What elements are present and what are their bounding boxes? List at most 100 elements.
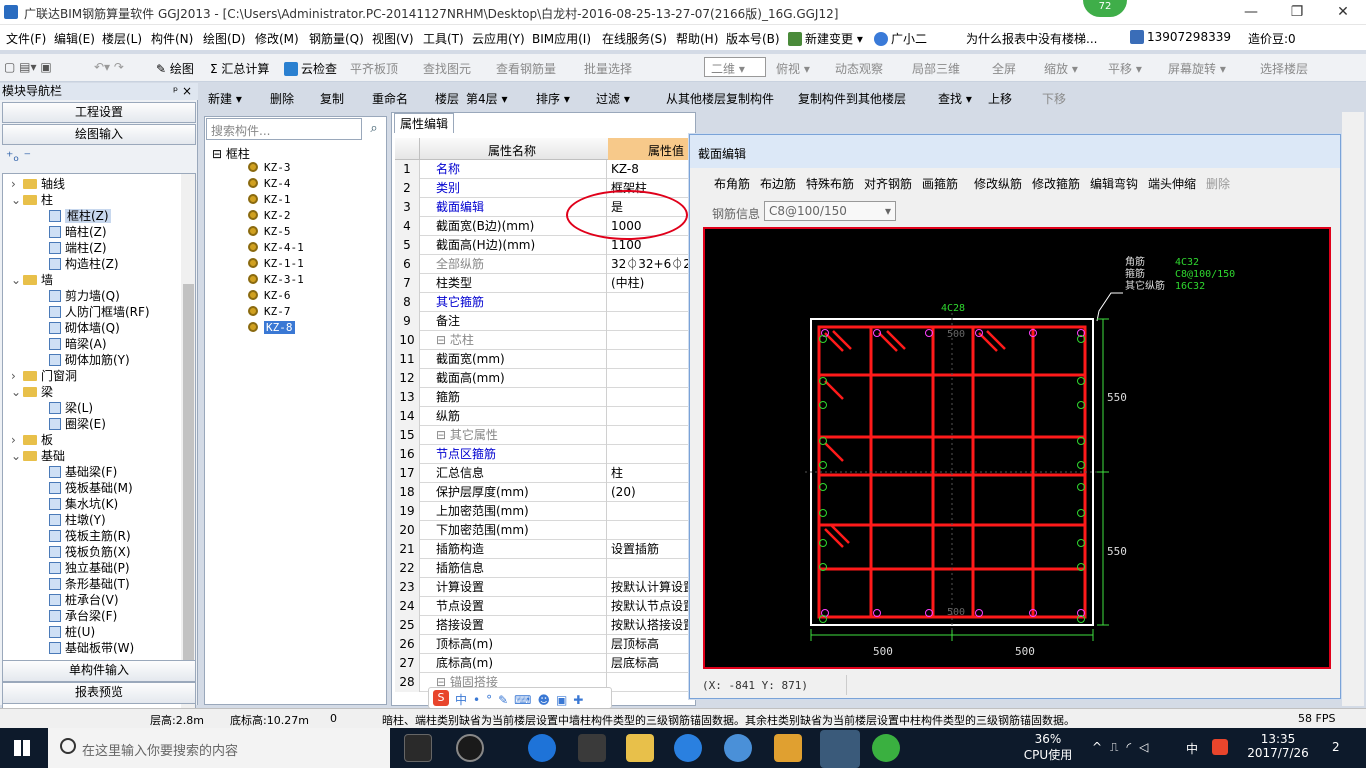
- tree-item[interactable]: 基础梁(F): [49, 464, 117, 480]
- property-row[interactable]: 7 柱类型 (中柱): [395, 274, 695, 293]
- notification-badge[interactable]: 72: [1083, 0, 1127, 17]
- property-value[interactable]: [608, 331, 696, 350]
- expand-icon[interactable]: ⌄: [11, 192, 23, 208]
- tree-item[interactable]: 端柱(Z): [49, 240, 107, 256]
- tree-item[interactable]: 暗梁(A): [49, 336, 107, 352]
- component-item[interactable]: KZ-8: [248, 320, 295, 336]
- property-row[interactable]: 10 ⊟ 芯柱: [395, 331, 695, 350]
- property-value[interactable]: 层底标高: [608, 654, 696, 673]
- pin-close-icon[interactable]: ᵖ ×: [173, 83, 192, 100]
- cloud-check-button[interactable]: 云检查: [284, 60, 337, 77]
- property-row[interactable]: 1 名称 KZ-8: [395, 160, 695, 179]
- property-row[interactable]: 12 截面高(mm): [395, 369, 695, 388]
- tree-item[interactable]: 柱墩(Y): [49, 512, 106, 528]
- menu-floor[interactable]: 楼层(L): [102, 30, 142, 47]
- right-scrollbar[interactable]: [1342, 112, 1364, 706]
- move-down-button[interactable]: 下移: [1042, 90, 1066, 107]
- scroll-thumb[interactable]: [183, 284, 194, 704]
- property-value[interactable]: [608, 426, 696, 445]
- task-view-icon[interactable]: [404, 734, 432, 762]
- tree-item[interactable]: ⌄ 基础: [11, 448, 65, 464]
- draw-stirrup-button[interactable]: 画箍筋: [922, 175, 958, 192]
- sort-button[interactable]: 排序 ▾: [536, 90, 570, 107]
- property-row[interactable]: 21 插筋构造 设置插筋: [395, 540, 695, 559]
- property-value[interactable]: [608, 350, 696, 369]
- tree-item[interactable]: 筏板主筋(R): [49, 528, 131, 544]
- property-row[interactable]: 5 截面高(H边)(mm) 1100: [395, 236, 695, 255]
- app-icon-1[interactable]: [456, 734, 484, 762]
- menu-version[interactable]: 版本号(B): [726, 30, 780, 47]
- rebar-circle[interactable]: [1077, 437, 1085, 445]
- zoom-button[interactable]: 缩放 ▾: [1044, 60, 1078, 77]
- align-rebar-button[interactable]: 对齐钢筋: [864, 175, 912, 192]
- tree-item[interactable]: 集水坑(K): [49, 496, 118, 512]
- filter-button[interactable]: 过滤 ▾: [596, 90, 630, 107]
- component-item[interactable]: KZ-3: [248, 160, 291, 176]
- view-mode-select[interactable]: 二维 ▾: [704, 57, 766, 77]
- component-root[interactable]: ⊟ 框柱: [212, 145, 250, 162]
- rebar-circle[interactable]: [1077, 539, 1085, 547]
- rebar-circle[interactable]: [819, 335, 827, 343]
- edit-hook-button[interactable]: 编辑弯钩: [1090, 175, 1138, 192]
- property-row[interactable]: 11 截面宽(mm): [395, 350, 695, 369]
- rotate-button[interactable]: 屏幕旋转 ▾: [1168, 60, 1226, 77]
- rebar-circle[interactable]: [1077, 483, 1085, 491]
- tree-item[interactable]: › 门窗洞: [11, 368, 77, 384]
- close-button[interactable]: ✕: [1320, 2, 1366, 22]
- notification-center[interactable]: 2: [1332, 740, 1340, 754]
- tree-item[interactable]: 梁(L): [49, 400, 93, 416]
- tree-item[interactable]: 暗柱(Z): [49, 224, 107, 240]
- tree-item[interactable]: 剪力墙(Q): [49, 288, 120, 304]
- rebar-circle[interactable]: [819, 401, 827, 409]
- menu-online[interactable]: 在线服务(S): [602, 30, 667, 47]
- property-row[interactable]: 22 插筋信息: [395, 559, 695, 578]
- restore-button[interactable]: ❐: [1274, 2, 1320, 22]
- question-link[interactable]: 为什么报表中没有楼梯...: [966, 30, 1097, 47]
- property-row[interactable]: 20 下加密范围(mm): [395, 521, 695, 540]
- tree-item[interactable]: 筏板负筋(X): [49, 544, 131, 560]
- rebar-info-select[interactable]: C8@100/150 ▾: [764, 201, 896, 221]
- user-phone[interactable]: 13907298339: [1130, 30, 1231, 44]
- glodon-icon-2[interactable]: [724, 734, 752, 762]
- property-value[interactable]: 按默认节点设置: [608, 597, 696, 616]
- property-row[interactable]: 27 底标高(m) 层底标高: [395, 654, 695, 673]
- property-value[interactable]: [608, 312, 696, 331]
- floor-select[interactable]: 第4层 ▾: [466, 90, 507, 107]
- file-icons[interactable]: ▢ ▤▾ ▣: [4, 60, 52, 74]
- rebar-circle[interactable]: [1077, 401, 1085, 409]
- component-item[interactable]: KZ-2: [248, 208, 291, 224]
- property-row[interactable]: 6 全部纵筋 32⏀32+6⏀28: [395, 255, 696, 274]
- property-value[interactable]: [608, 445, 696, 464]
- rebar-circle[interactable]: [873, 609, 881, 617]
- property-row[interactable]: 19 上加密范围(mm): [395, 502, 695, 521]
- menu-rebar[interactable]: 钢筋量(Q): [309, 30, 364, 47]
- active-app-icon[interactable]: [820, 730, 860, 768]
- rebar-circle[interactable]: [925, 329, 933, 337]
- find-button[interactable]: 查找 ▾: [938, 90, 972, 107]
- tree-item[interactable]: 桩(U): [49, 624, 95, 640]
- view-rebar-button[interactable]: 查看钢筋量: [496, 60, 556, 77]
- rebar-circle[interactable]: [819, 539, 827, 547]
- property-value[interactable]: 按默认计算设置: [608, 578, 696, 597]
- dynamic-view-button[interactable]: 动态观察: [835, 60, 883, 77]
- tree-item[interactable]: 桩承台(V): [49, 592, 119, 608]
- ime-lang[interactable]: 中: [1186, 740, 1198, 757]
- component-search-input[interactable]: 搜索构件...: [206, 118, 362, 140]
- green-app-icon[interactable]: [872, 734, 900, 762]
- search-icon[interactable]: ⌕: [364, 118, 384, 140]
- copy-from-other-button[interactable]: 从其他楼层复制构件: [666, 90, 774, 107]
- expand-icon[interactable]: ›: [11, 432, 23, 448]
- tree-item[interactable]: 基础板带(W): [49, 640, 134, 656]
- drawing-input-button[interactable]: 绘图输入: [2, 124, 196, 145]
- menu-tools[interactable]: 工具(T): [423, 30, 464, 47]
- cpu-indicator[interactable]: 36% CPU使用: [1018, 732, 1078, 763]
- report-preview-button[interactable]: 报表预览: [2, 682, 196, 704]
- glodon-icon[interactable]: [674, 734, 702, 762]
- rebar-circle[interactable]: [1077, 461, 1085, 469]
- place-side-rebar-button[interactable]: 布边筋: [760, 175, 796, 192]
- tree-item[interactable]: 圈梁(E): [49, 416, 106, 432]
- place-corner-rebar-button[interactable]: 布角筋: [714, 175, 750, 192]
- copy-button[interactable]: 复制: [320, 90, 344, 107]
- property-value[interactable]: [608, 502, 696, 521]
- store-icon[interactable]: [578, 734, 606, 762]
